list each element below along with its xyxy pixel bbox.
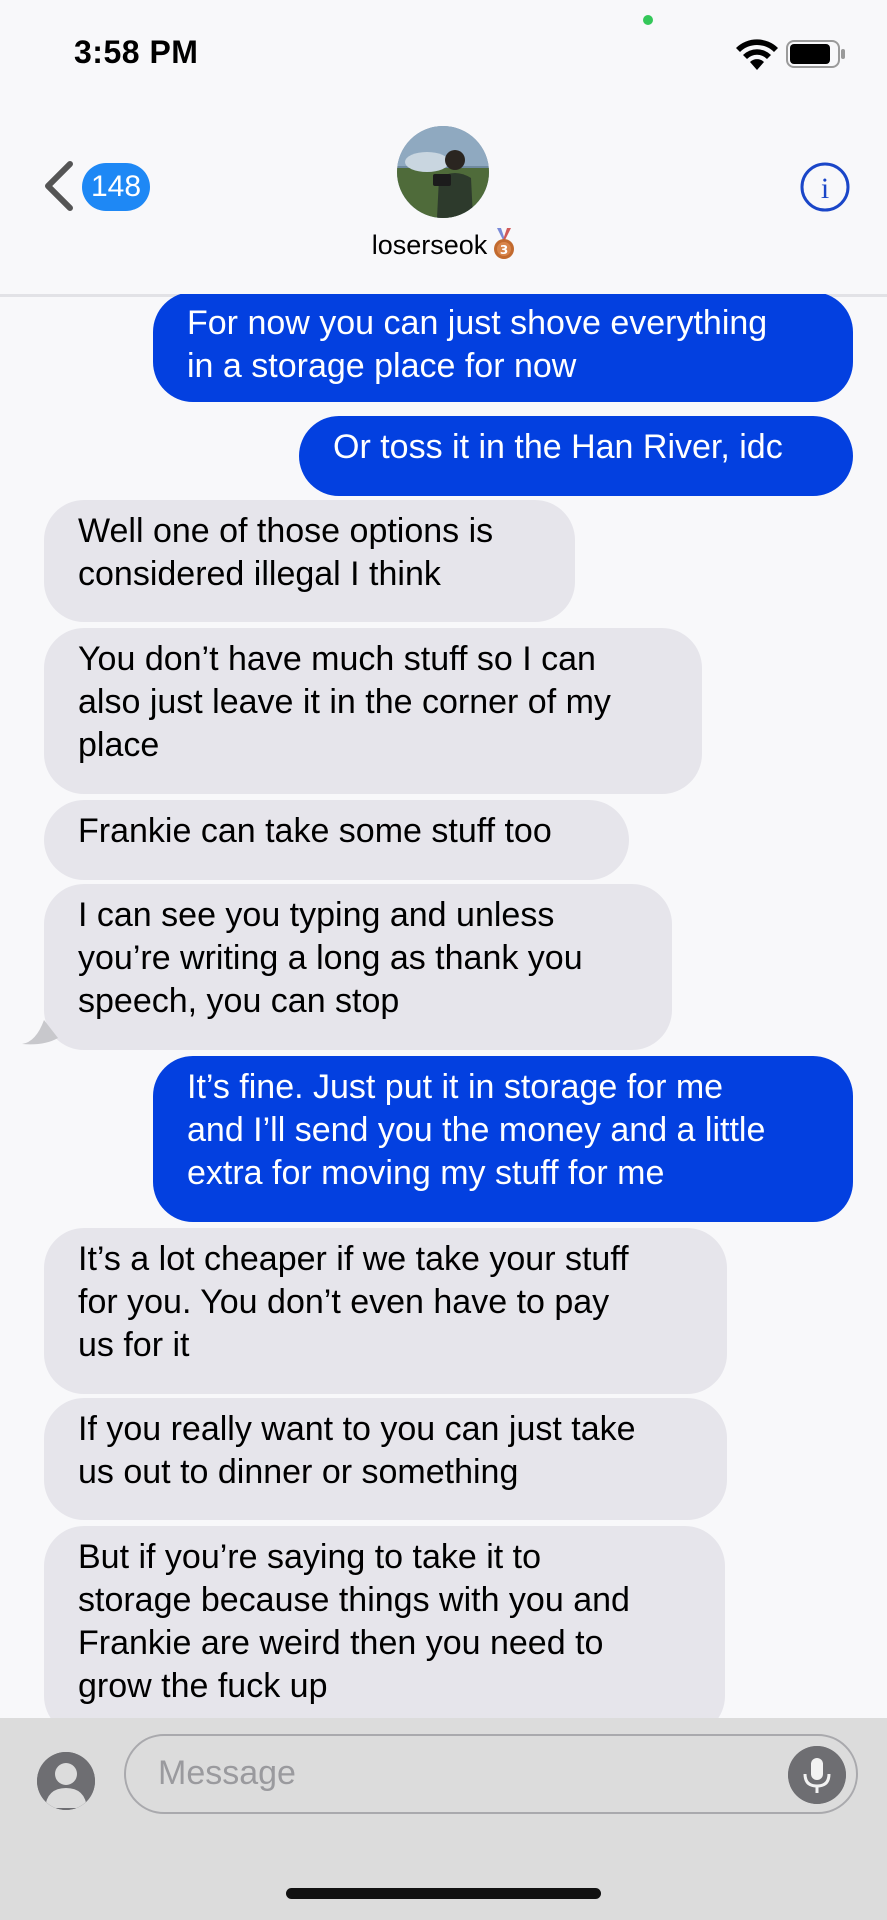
message-input-placeholder: Message: [158, 1754, 296, 1792]
message-line: But if you’re saying to take it to: [78, 1538, 542, 1576]
message-line: us out to dinner or something: [78, 1453, 519, 1491]
message-bubble-incoming[interactable]: I can see you typing and unless you’re w…: [44, 884, 672, 1050]
message-line: Frankie can take some stuff too: [78, 812, 552, 850]
bubble-tail: [22, 1020, 58, 1045]
message-bubble-outgoing[interactable]: Or toss it in the Han River, idc: [299, 416, 853, 496]
microphone-icon[interactable]: [788, 1746, 846, 1804]
message-bubble-incoming[interactable]: Well one of those options is considered …: [44, 500, 575, 622]
contact-name: loserseok: [371, 230, 488, 260]
battery-icon: [786, 40, 845, 68]
message-line: and I’ll send you the money and a little: [187, 1111, 766, 1149]
home-indicator[interactable]: [286, 1888, 601, 1899]
message-line: speech, you can stop: [78, 982, 400, 1020]
message-thread[interactable]: For now you can just shove everything in…: [0, 294, 887, 1718]
message-line: extra for moving my stuff for me: [187, 1154, 665, 1192]
contact-name-row[interactable]: loserseok 3: [0, 228, 887, 261]
message-line: you’re writing a long as thank you: [78, 939, 583, 977]
message-input[interactable]: Message: [124, 1734, 858, 1814]
message-bubble-incoming[interactable]: Frankie can take some stuff too: [44, 800, 629, 880]
status-bar: 3:58 PM: [0, 0, 887, 110]
message-line: Or toss it in the Han River, idc: [333, 428, 783, 466]
message-line: Frankie are weird then you need to: [78, 1624, 604, 1662]
message-line: storage because things with you and: [78, 1581, 630, 1619]
medal-icon: 3: [494, 228, 515, 259]
message-line: I can see you typing and unless: [78, 896, 555, 934]
contact-photo-icon[interactable]: [397, 126, 489, 218]
message-line: place: [78, 726, 160, 764]
message-bubble-incoming[interactable]: If you really want to you can just take …: [44, 1398, 727, 1520]
message-line: also just leave it in the corner of my: [78, 683, 611, 721]
unread-count-badge[interactable]: 148: [82, 163, 150, 211]
message-line: us for it: [78, 1326, 190, 1364]
message-line: Well one of those options is: [78, 512, 494, 550]
message-line: For now you can just shove everything: [187, 304, 768, 342]
message-line: It’s fine. Just put it in storage for me: [187, 1068, 724, 1106]
conversation-header: 148 loserseok 3 i: [0, 110, 887, 297]
info-icon[interactable]: i: [800, 162, 850, 212]
message-bubble-incoming[interactable]: It’s a lot cheaper if we take your stuff…: [44, 1228, 727, 1394]
svg-text:i: i: [821, 172, 829, 205]
message-bubble-outgoing[interactable]: It’s fine. Just put it in storage for me…: [153, 1056, 853, 1222]
wifi-icon: [736, 39, 778, 70]
back-chevron-icon[interactable]: [40, 160, 78, 212]
contact-photo-icon[interactable]: [37, 1752, 95, 1810]
message-bubble-outgoing[interactable]: For now you can just shove everything in…: [153, 294, 853, 402]
svg-text:3: 3: [500, 243, 508, 257]
message-bubble-incoming[interactable]: But if you’re saying to take it to stora…: [44, 1526, 725, 1718]
message-line: for you. You don’t even have to pay: [78, 1283, 610, 1321]
camera-indicator-dot: [643, 15, 653, 25]
status-time: 3:58 PM: [74, 34, 199, 70]
message-line: grow the fuck up: [78, 1667, 328, 1705]
message-line: It’s a lot cheaper if we take your stuff: [78, 1240, 629, 1278]
message-line: If you really want to you can just take: [78, 1410, 636, 1448]
message-bubble-incoming[interactable]: You don’t have much stuff so I can also …: [44, 628, 702, 794]
message-line: in a storage place for now: [187, 347, 577, 385]
message-line: You don’t have much stuff so I can: [78, 640, 596, 678]
message-line: considered illegal I think: [78, 555, 441, 593]
